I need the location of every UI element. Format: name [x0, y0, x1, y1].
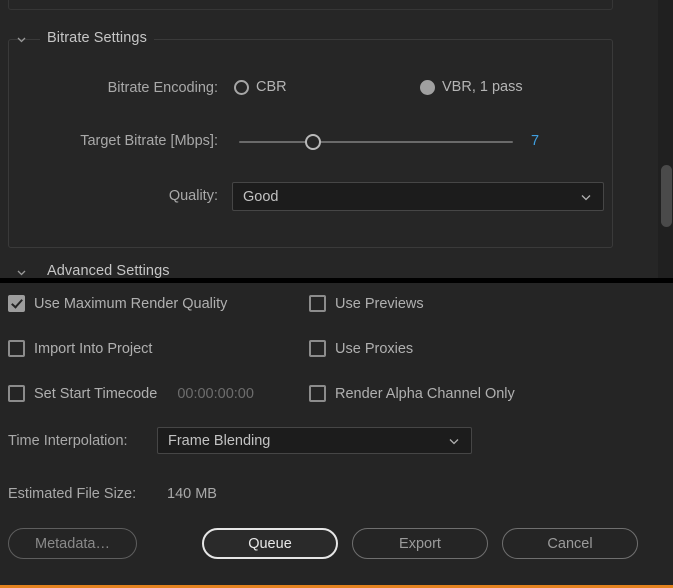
export-bottom-bar: Use Maximum Render Quality Import Into P… — [0, 283, 673, 588]
vertical-scrollbar[interactable] — [658, 0, 673, 278]
checkbox-label: Render Alpha Channel Only — [335, 385, 515, 402]
estimated-file-size-value: 140 MB — [167, 486, 217, 502]
slider-track — [239, 141, 513, 143]
checkbox-set-start-timecode[interactable]: Set Start Timecode 00:00:00:00 — [8, 385, 254, 402]
checkbox-unchecked-icon — [8, 385, 25, 402]
bitrate-settings-title: Bitrate Settings — [40, 30, 154, 46]
bitrate-encoding-label: Bitrate Encoding: — [107, 80, 218, 96]
time-interpolation-label: Time Interpolation: — [8, 433, 128, 449]
checkbox-label: Use Previews — [335, 295, 424, 312]
radio-label-cbr: CBR — [256, 79, 287, 95]
scrollbar-thumb[interactable] — [661, 165, 672, 227]
estimated-file-size-label: Estimated File Size: — [8, 486, 137, 502]
metadata-button[interactable]: Metadata… — [8, 528, 137, 559]
checkbox-label: Use Maximum Render Quality — [34, 295, 228, 312]
quality-dropdown[interactable]: Good — [232, 182, 604, 211]
checkbox-render-alpha-channel-only[interactable]: Render Alpha Channel Only — [309, 385, 515, 402]
checkbox-import-into-project[interactable]: Import Into Project — [8, 340, 152, 357]
checkbox-label: Import Into Project — [34, 340, 153, 357]
start-timecode-value[interactable]: 00:00:00:00 — [177, 386, 254, 402]
previous-settings-group-partial — [8, 0, 613, 10]
radio-option-cbr[interactable]: CBR — [234, 79, 287, 95]
chevron-down-icon[interactable] — [15, 266, 28, 278]
time-interpolation-value: Frame Blending — [168, 432, 271, 449]
time-interpolation-dropdown[interactable]: Frame Blending — [157, 427, 472, 454]
chevron-down-icon — [579, 190, 593, 204]
chevron-down-icon[interactable] — [15, 33, 28, 46]
quality-dropdown-value: Good — [243, 188, 279, 205]
checkbox-checked-icon — [8, 295, 25, 312]
checkbox-use-maximum-render-quality[interactable]: Use Maximum Render Quality — [8, 295, 227, 312]
target-bitrate-slider[interactable] — [239, 133, 513, 151]
checkbox-use-previews[interactable]: Use Previews — [309, 295, 424, 312]
checkbox-label: Set Start Timecode — [34, 385, 158, 402]
queue-button[interactable]: Queue — [202, 528, 338, 559]
target-bitrate-label: Target Bitrate [Mbps]: — [80, 133, 218, 149]
checkbox-unchecked-icon — [309, 340, 326, 357]
radio-unselected-icon — [234, 79, 249, 95]
export-settings-dialog: Bitrate Settings Bitrate Encoding: CBR V… — [0, 0, 673, 588]
slider-thumb[interactable] — [304, 134, 321, 150]
chevron-down-icon — [447, 434, 461, 448]
checkbox-label: Use Proxies — [335, 340, 414, 357]
radio-option-vbr-1-pass[interactable]: VBR, 1 pass — [420, 79, 523, 95]
quality-label: Quality: — [168, 188, 218, 204]
radio-selected-icon — [420, 79, 435, 95]
settings-scroll-region[interactable]: Bitrate Settings Bitrate Encoding: CBR V… — [0, 0, 673, 278]
checkbox-unchecked-icon — [309, 385, 326, 402]
radio-label-vbr-1-pass: VBR, 1 pass — [442, 79, 523, 95]
checkbox-unchecked-icon — [309, 295, 326, 312]
target-bitrate-value: 7 — [531, 133, 540, 149]
advanced-settings-title: Advanced Settings — [40, 263, 177, 278]
export-button[interactable]: Export — [352, 528, 488, 559]
cancel-button[interactable]: Cancel — [502, 528, 638, 559]
checkbox-use-proxies[interactable]: Use Proxies — [309, 340, 413, 357]
checkbox-unchecked-icon — [8, 340, 25, 357]
